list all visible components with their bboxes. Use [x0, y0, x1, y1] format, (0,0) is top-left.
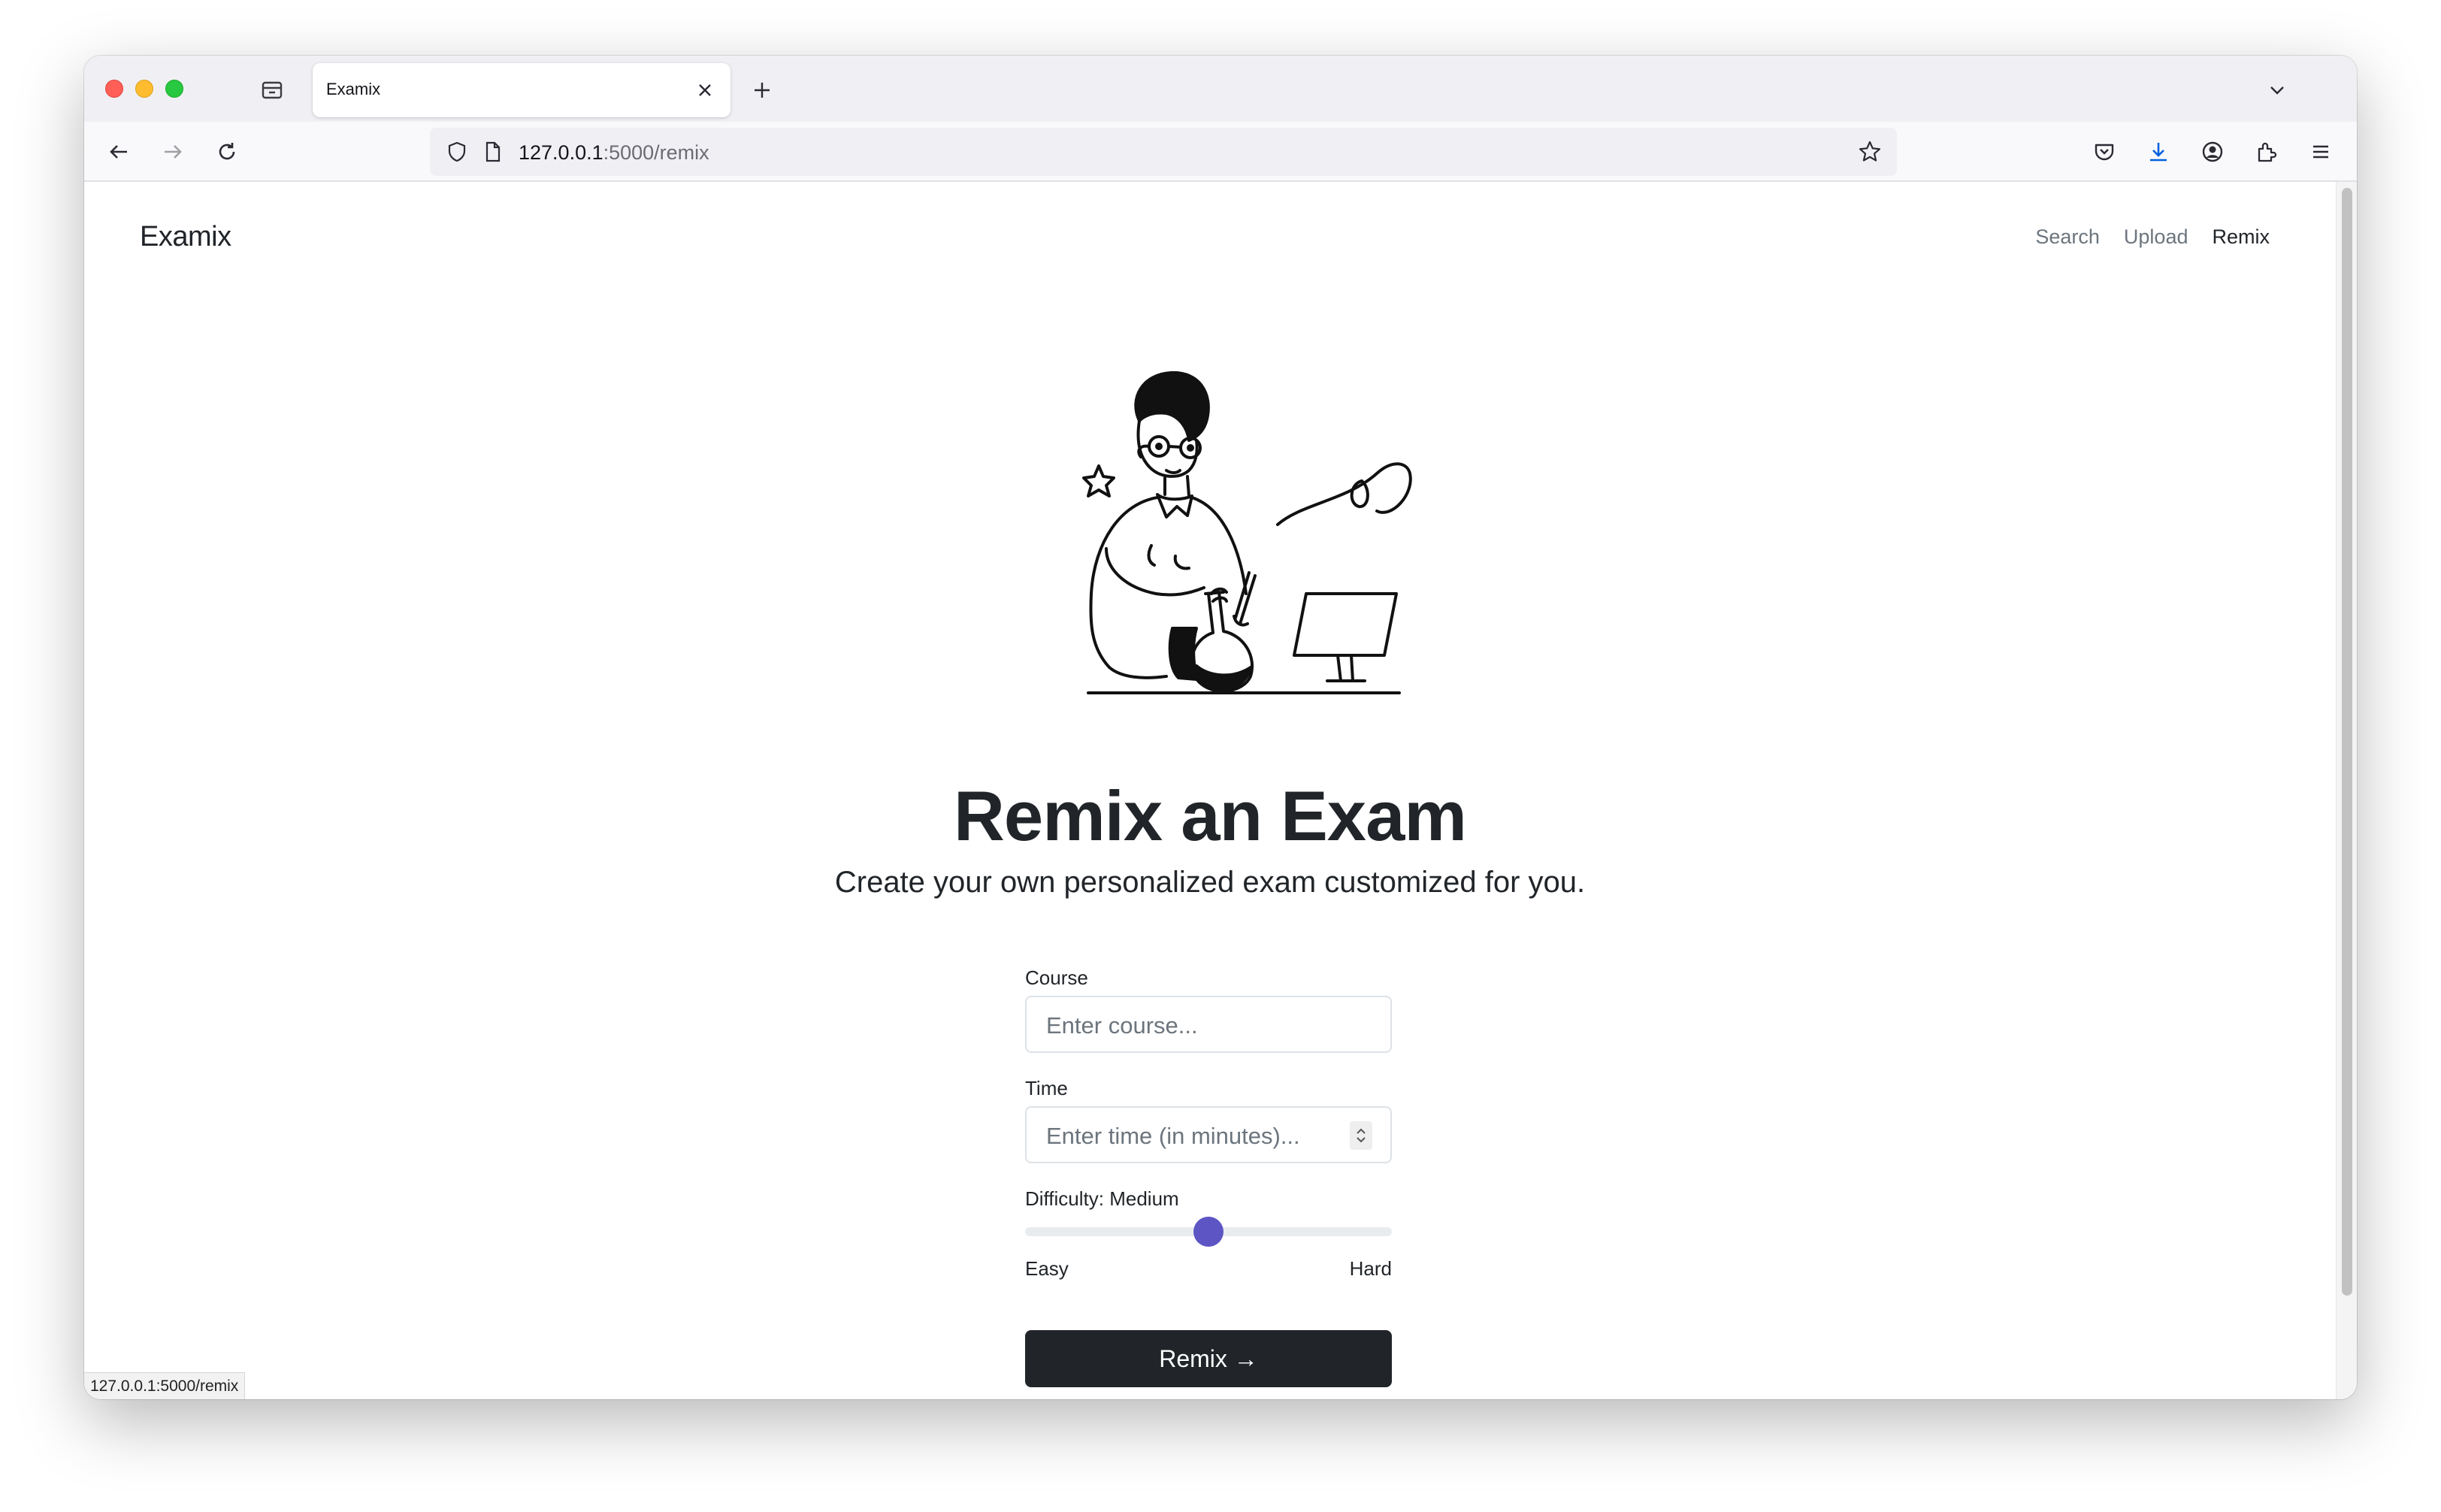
extensions-icon[interactable] [2249, 134, 2285, 170]
close-window-button[interactable] [105, 80, 123, 98]
minimize-window-button[interactable] [135, 80, 153, 98]
site-brand[interactable]: Examix [140, 221, 231, 253]
zoom-window-button[interactable] [165, 80, 183, 98]
nav-link-remix[interactable]: Remix [2212, 225, 2270, 249]
page-icon [478, 137, 508, 167]
menu-icon[interactable] [2303, 134, 2339, 170]
time-placeholder: Enter time (in minutes)... [1046, 1123, 1300, 1149]
difficulty-label: Difficulty: Medium [1025, 1187, 1179, 1210]
tab-title: Examix [326, 80, 381, 98]
downloads-icon[interactable] [2140, 134, 2176, 170]
browser-window: Examix 127.0.0.1:5000/remix Examix Searc… [84, 56, 2357, 1399]
slider-thumb[interactable] [1193, 1217, 1224, 1247]
bookmark-star-icon[interactable] [1855, 137, 1885, 167]
page-title: Remix an Exam [954, 776, 1467, 855]
back-arrow-icon[interactable] [101, 134, 137, 170]
scientist-illustration [1082, 370, 1412, 694]
tab-manager-icon[interactable] [256, 74, 289, 107]
easy-label: Easy [1025, 1257, 1069, 1280]
url-host: 127.0.0.1 [519, 141, 603, 164]
page-subtitle: Create your own personalized exam custom… [834, 866, 1586, 899]
address-bar[interactable]: 127.0.0.1:5000/remix [430, 128, 1897, 176]
course-placeholder: Enter course... [1046, 1012, 1198, 1039]
reload-icon[interactable] [209, 134, 245, 170]
course-label: Course [1025, 966, 1088, 989]
new-tab-plus-icon[interactable] [746, 74, 779, 107]
nav-link-upload[interactable]: Upload [2124, 225, 2188, 249]
navigation-toolbar: 127.0.0.1:5000/remix [84, 122, 2357, 182]
remix-form: Course Enter course... Time Enter time (… [1025, 966, 1392, 1387]
scrollbar-thumb[interactable] [2342, 188, 2352, 1296]
number-stepper-icon[interactable] [1350, 1121, 1372, 1150]
account-icon[interactable] [2194, 134, 2231, 170]
nav-link-search[interactable]: Search [2035, 225, 2100, 249]
difficulty-slider[interactable] [1025, 1217, 1392, 1247]
site-nav: Search Upload Remix [2035, 225, 2270, 249]
hard-label: Hard [1349, 1257, 1392, 1280]
course-input[interactable]: Enter course... [1025, 996, 1392, 1053]
remix-button[interactable]: Remix → [1025, 1330, 1392, 1387]
chevron-down-icon[interactable] [2261, 74, 2294, 107]
tab-strip: Examix [84, 56, 2357, 122]
url-path: :5000/remix [603, 141, 709, 164]
time-label: Time [1025, 1077, 1068, 1099]
tab-examix[interactable]: Examix [313, 63, 730, 117]
url-text[interactable]: 127.0.0.1:5000/remix [519, 141, 709, 165]
page-content: Examix Search Upload Remix Remix an Exam… [84, 182, 2336, 1399]
shield-icon[interactable] [442, 137, 472, 167]
pocket-icon[interactable] [2086, 134, 2122, 170]
status-bar-url: 127.0.0.1:5000/remix [84, 1372, 246, 1399]
close-tab-icon[interactable] [690, 75, 720, 105]
forward-arrow-icon[interactable] [155, 134, 191, 170]
page-scrollbar[interactable] [2336, 182, 2357, 1399]
time-input[interactable]: Enter time (in minutes)... [1025, 1106, 1392, 1163]
slider-scale: Easy Hard [1025, 1257, 1392, 1281]
